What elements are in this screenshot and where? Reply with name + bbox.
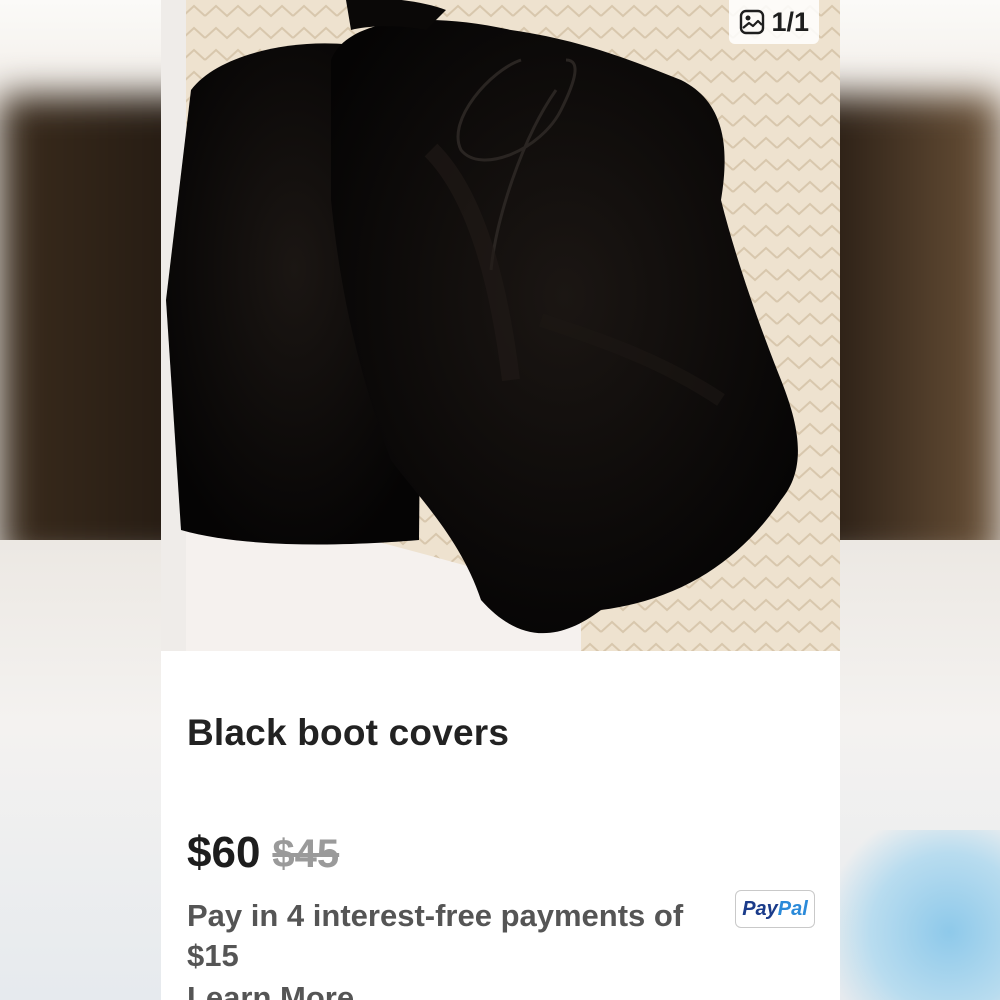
installment-text: Pay in 4 interest-free payments of $15 xyxy=(187,898,684,973)
original-price: $45 xyxy=(272,832,340,876)
current-price: $60 xyxy=(187,828,261,877)
image-counter: 1/1 xyxy=(729,0,819,44)
paypal-pay-text: Pay xyxy=(742,897,778,920)
price-row: $60 $45 xyxy=(187,828,339,878)
listing-title: Black boot covers xyxy=(187,712,510,753)
image-icon xyxy=(739,9,765,35)
product-image xyxy=(161,0,840,651)
paypal-logo[interactable]: Pay Pal xyxy=(735,890,815,928)
product-photo[interactable]: 1/1 xyxy=(161,0,840,651)
listing-card: 1/1 Black boot covers $60 $45 Pay in 4 i… xyxy=(161,0,840,1000)
learn-more-link[interactable]: Learn More xyxy=(187,978,354,1000)
image-count: 1/1 xyxy=(771,6,809,37)
paypal-pal-text: Pal xyxy=(777,897,808,920)
